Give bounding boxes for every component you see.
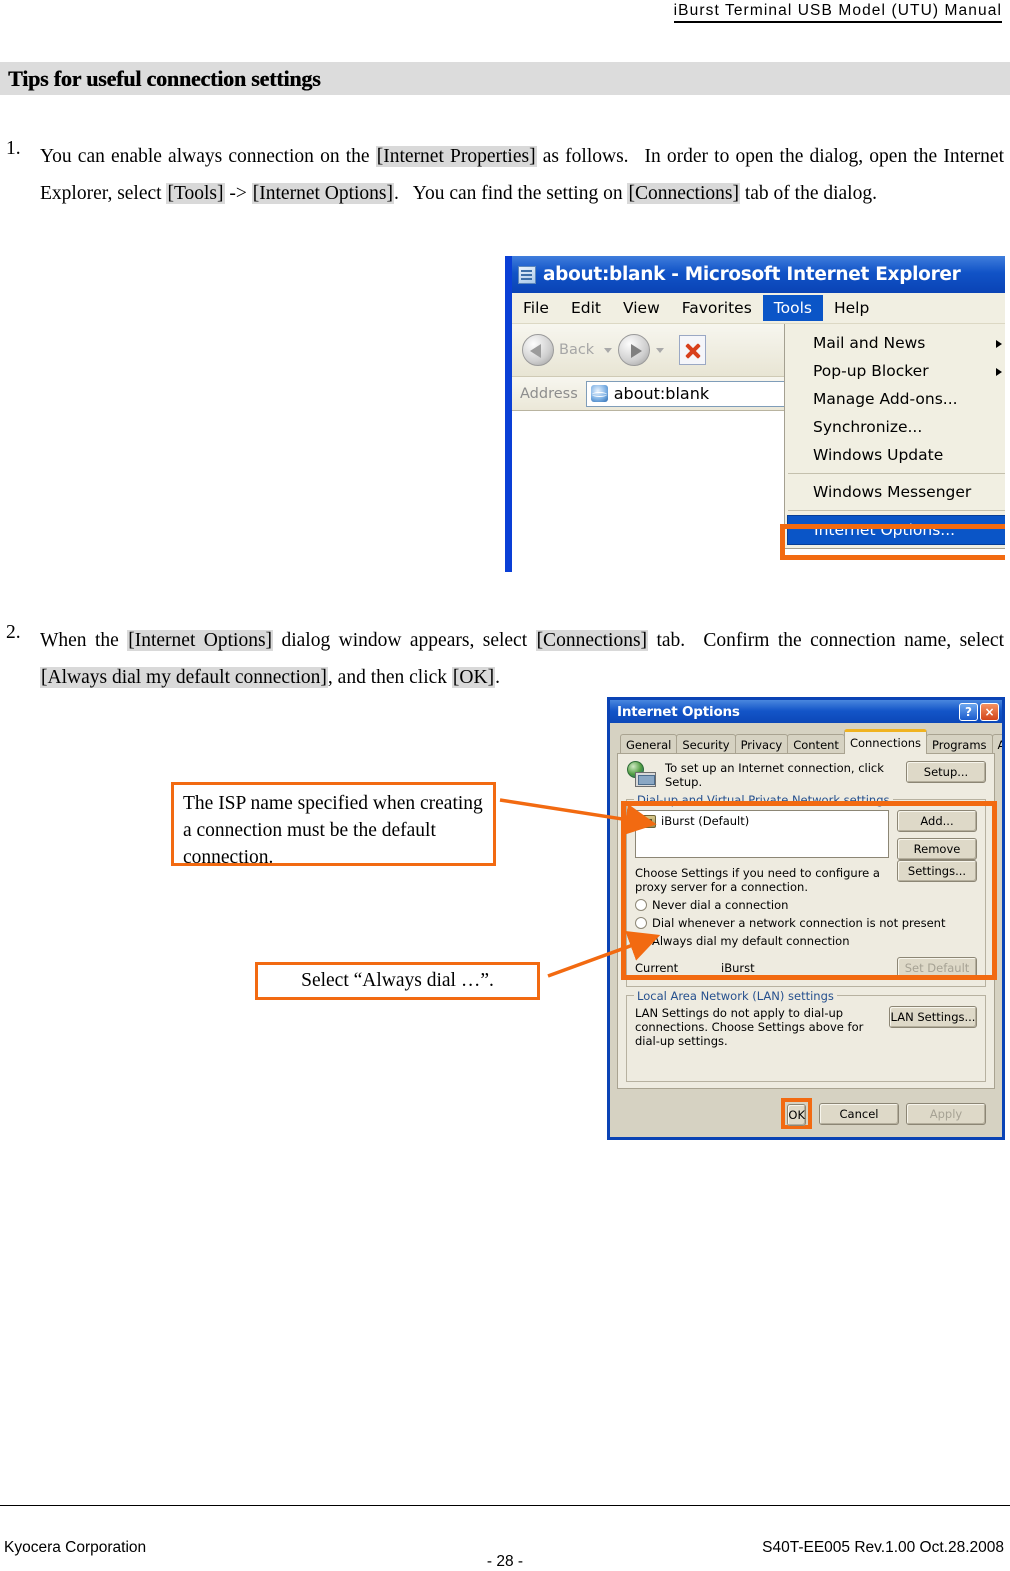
menu-item-manage-add-ons[interactable]: Manage Add-ons... <box>785 385 1005 413</box>
page-footer: Kyocera Corporation - 28 - S40T-EE005 Re… <box>0 1505 1010 1571</box>
menu-item-windows-messenger[interactable]: Windows Messenger <box>785 478 1005 506</box>
menu-item-popup-blocker[interactable]: Pop-up Blocker <box>785 357 1005 385</box>
menu-separator <box>788 510 1005 511</box>
menu-item-synchronize[interactable]: Synchronize... <box>785 413 1005 441</box>
menu-item-label: Synchronize... <box>813 418 923 436</box>
menu-item-windows-update[interactable]: Windows Update <box>785 441 1005 469</box>
chevron-right-icon <box>996 368 1002 376</box>
tools-dropdown-menu: Mail and News Pop-up Blocker Manage Add-… <box>784 324 1005 549</box>
chevron-right-icon <box>996 340 1002 348</box>
footer-right: S40T-EE005 Rev.1.00 Oct.28.2008 <box>762 1539 1004 1556</box>
menu-item-label: Manage Add-ons... <box>813 390 958 408</box>
annotation-arrows <box>499 798 661 978</box>
menu-item-mail-and-news[interactable]: Mail and News <box>785 329 1005 357</box>
arrow-to-always-dial-radio <box>547 931 661 978</box>
tab-connections[interactable]: Connections <box>843 729 928 754</box>
menu-item-label: Pop-up Blocker <box>813 362 929 380</box>
menu-item-label: Mail and News <box>813 334 926 352</box>
arrow-to-connection-entry <box>499 798 657 836</box>
internet-options-highlight-box <box>780 524 1005 560</box>
menu-item-label: Windows Messenger <box>813 483 972 501</box>
menu-separator <box>788 473 1005 474</box>
menu-item-label: Windows Update <box>813 446 944 464</box>
footer-rule <box>0 1505 1010 1506</box>
